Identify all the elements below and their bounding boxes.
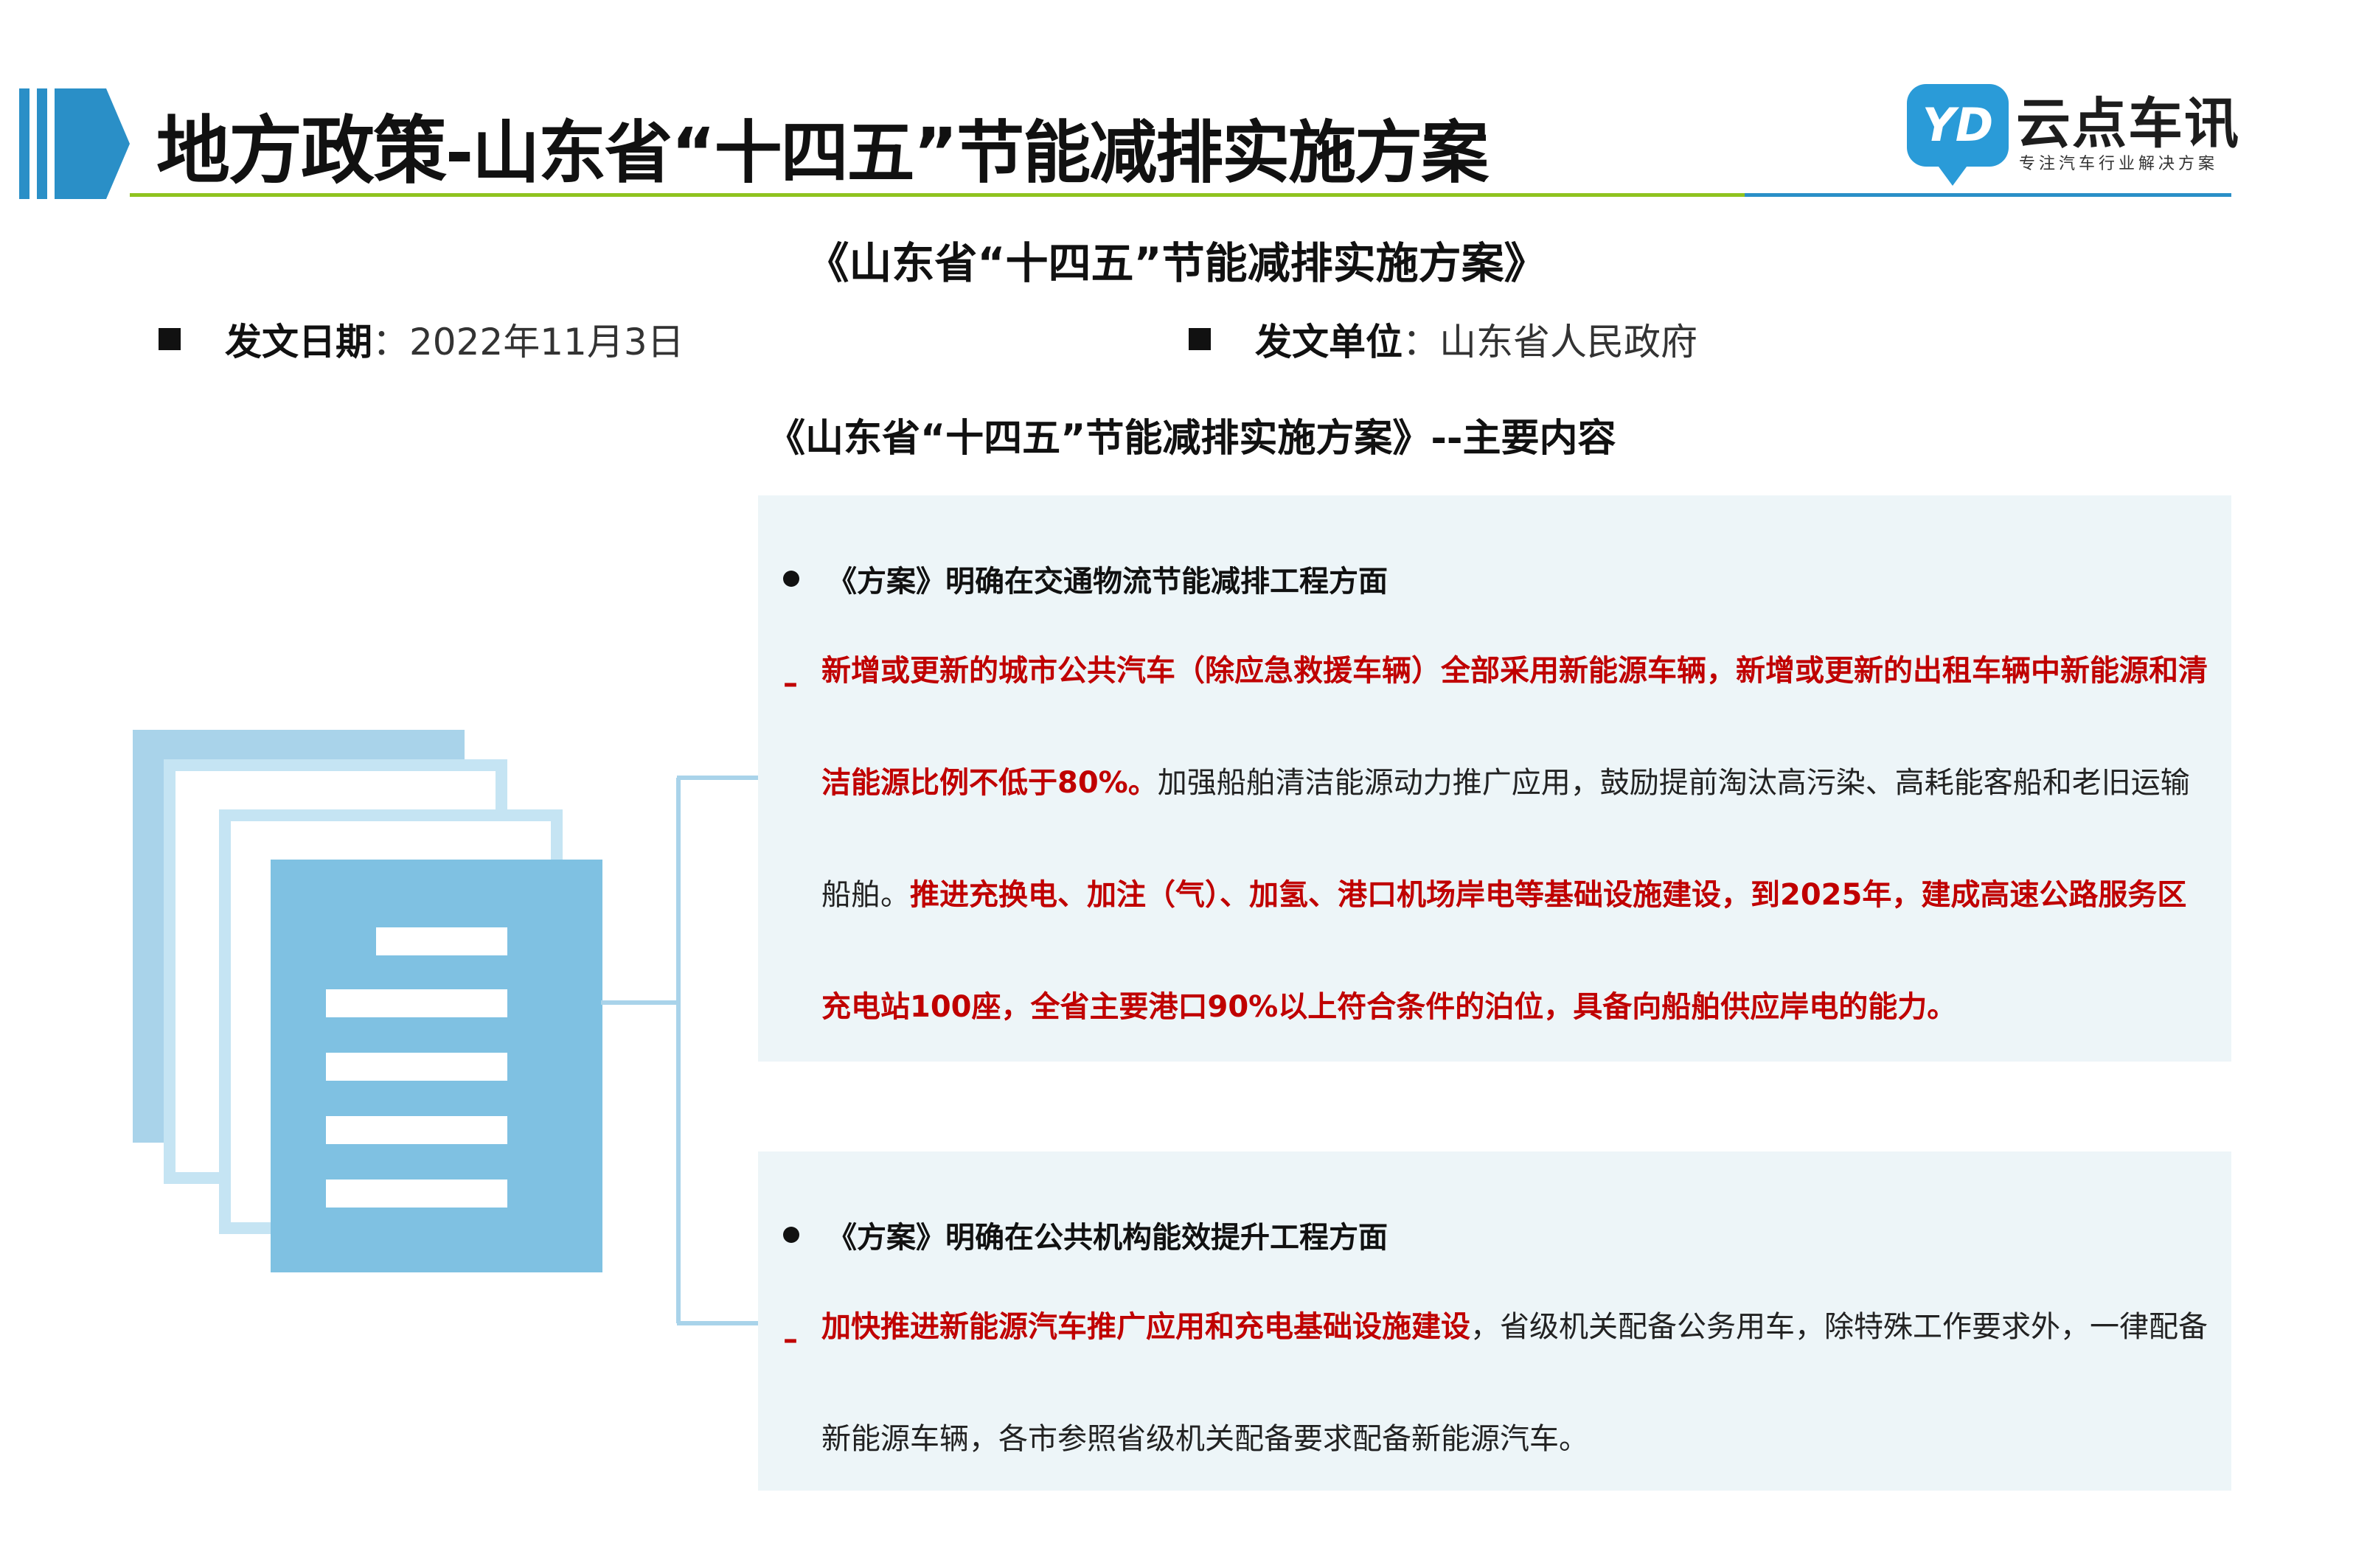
section-heading: 《方案》明确在公共机构能效提升工程方面 xyxy=(783,1213,1388,1256)
logo-tagline: 专注汽车行业解决方案 xyxy=(2019,155,2219,173)
issuer-label: 发文单位 xyxy=(1255,321,1403,363)
square-bullet-icon xyxy=(1189,328,1211,350)
document-title: 《山东省“十四五”节能减排实施方案》 xyxy=(806,238,1547,288)
header-chevron-icon xyxy=(19,88,130,199)
highlight-text-2: 推进充换电、加注（气）、加氢、港口机场岸电等基础设施建设，到2025年，建成高速… xyxy=(821,878,2187,1024)
document-stack-icon xyxy=(133,730,602,1272)
section-paragraph: 加快推进新能源汽车推广应用和充电基础设施建设，省级机关配备公务用车，除特殊工作要… xyxy=(821,1271,2215,1495)
section-paragraph: 新增或更新的城市公共汽车（除应急救援车辆）全部采用新能源车辆，新增或更新的出租车… xyxy=(821,615,2215,1063)
issue-date: 发文日期：2022年11月3日 xyxy=(159,313,684,366)
connector-lines xyxy=(601,776,771,1325)
content-heading: 《山东省“十四五”节能减排实施方案》--主要内容 xyxy=(767,417,1616,461)
page-title-main: 地方政策 xyxy=(156,108,447,194)
issue-date-value: ：2022年11月3日 xyxy=(372,321,684,363)
section-transport: 《方案》明确在交通物流节能减排工程方面 – 新增或更新的城市公共汽车（除应急救援… xyxy=(758,495,2231,1062)
page-title-sub: -山东省“十四五”节能减排实施方案 xyxy=(445,114,1489,192)
issue-date-label: 发文日期 xyxy=(225,321,372,363)
logo-mark-icon: YD xyxy=(1907,84,2009,186)
header-rule-blue xyxy=(1745,193,2231,197)
page-title: 地方政策-山东省“十四五”节能减排实施方案 xyxy=(156,103,1489,201)
logo-name: 云点车讯 xyxy=(2016,92,2240,156)
square-bullet-icon xyxy=(159,328,181,350)
section-heading-text: 《方案》明确在公共机构能效提升工程方面 xyxy=(827,1221,1388,1255)
section-heading-text: 《方案》明确在交通物流节能减排工程方面 xyxy=(827,565,1388,599)
brand-logo: YD 云点车讯 专注汽车行业解决方案 xyxy=(1907,83,2239,186)
bullet-icon xyxy=(783,1227,799,1243)
section-heading: 《方案》明确在交通物流节能减排工程方面 xyxy=(783,557,1388,600)
header-rule xyxy=(130,193,2231,199)
bullet-icon xyxy=(783,571,799,587)
header-rule-green xyxy=(130,193,1745,197)
dash-marker: – xyxy=(783,666,798,700)
issuer-value: ：山东省人民政府 xyxy=(1403,321,1697,363)
dash-marker: – xyxy=(783,1323,798,1356)
highlight-text: 加快推进新能源汽车推广应用和充电基础设施建设 xyxy=(821,1310,1470,1344)
issuer: 发文单位：山东省人民政府 xyxy=(1189,313,1697,366)
section-public-institutions: 《方案》明确在公共机构能效提升工程方面 – 加快推进新能源汽车推广应用和充电基础… xyxy=(758,1151,2231,1491)
